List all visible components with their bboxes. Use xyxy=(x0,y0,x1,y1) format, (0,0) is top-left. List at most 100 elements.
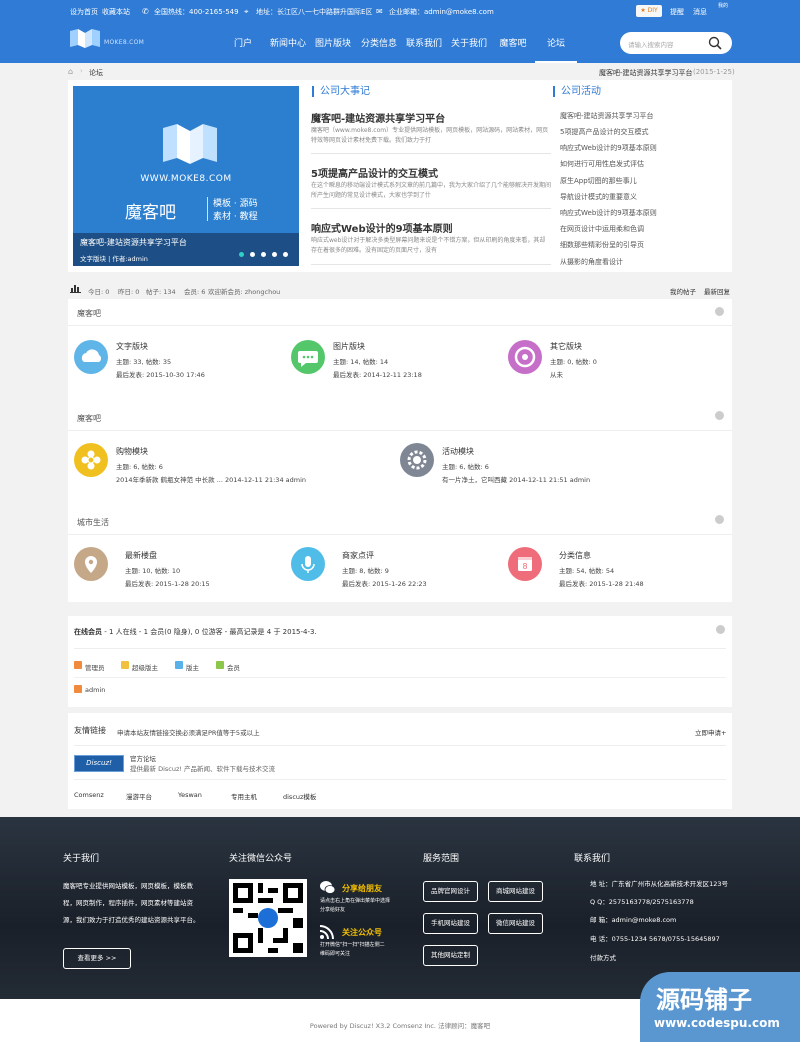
text-link[interactable]: 漫游平台 xyxy=(126,791,152,801)
links-title: 友情链接 xyxy=(74,726,106,735)
message-link[interactable]: 消息 xyxy=(693,7,707,17)
calendar-icon[interactable]: 8 xyxy=(508,547,542,581)
slider-dot-3[interactable] xyxy=(261,252,266,257)
event-3-title[interactable]: 响应式Web设计的9项基本原则 xyxy=(311,220,453,235)
search-input[interactable]: 请输入搜索内容 xyxy=(628,39,674,49)
activity-item[interactable]: 在网页设计中运用柔和色调 xyxy=(560,224,644,234)
my-posts-link[interactable]: 我的帖子 xyxy=(670,286,696,296)
activity-item[interactable]: 原生App切图的那些事儿 xyxy=(560,176,637,186)
forum-name[interactable]: 商家点评 xyxy=(342,550,374,561)
forum-last-post[interactable]: 2014年季新款 鹤瓶女神范 中长款 ... 2014-12-11 21:34 … xyxy=(116,474,306,484)
stat-yesterday: 昨日: 0 xyxy=(118,288,140,296)
disc-icon[interactable] xyxy=(508,340,542,374)
forum-last-post[interactable]: 最后发表: 2014-12-11 23:18 xyxy=(333,369,422,379)
forum-last-post[interactable]: 最后发表: 2015-10-30 17:46 xyxy=(116,369,205,379)
search-icon[interactable] xyxy=(708,36,722,50)
activity-item[interactable]: 响应式Web设计的9项基本原则 xyxy=(560,208,657,218)
activity-item[interactable]: 魔客吧-建站资源共享学习平台 xyxy=(560,111,654,121)
forum-name[interactable]: 购物模块 xyxy=(116,446,148,457)
text-link[interactable]: Yeswan xyxy=(178,791,202,799)
stat-today: 今日: 0 xyxy=(88,288,110,296)
collapse-icon[interactable] xyxy=(715,515,724,524)
forum-last-post[interactable]: 最后发表: 2015-1-28 20:15 xyxy=(125,578,210,588)
service-button[interactable]: 商城网站建设 xyxy=(488,881,543,902)
activity-item[interactable]: 细数那些精彩份呈的引导页 xyxy=(560,240,644,250)
slider-dot-5[interactable] xyxy=(283,252,288,257)
watermark-line-2: www.codespu.com xyxy=(654,1016,780,1030)
service-button[interactable]: 品牌官网设计 xyxy=(423,881,478,902)
forum-name[interactable]: 分类信息 xyxy=(559,550,591,561)
activity-item[interactable]: 5项提高产品设计的交互模式 xyxy=(560,127,648,137)
user-avatar[interactable]: 我的 xyxy=(718,3,732,10)
latest-replies-link[interactable]: 最新回复 xyxy=(704,286,730,296)
text-link[interactable]: 专用主机 xyxy=(231,791,257,801)
stat-welcome[interactable]: 欢迎新会员: zhongchou xyxy=(208,286,280,296)
activity-item[interactable]: 导航设计模式的重要意义 xyxy=(560,192,637,202)
activity-item[interactable]: 响应式Web设计的9项基本原则 xyxy=(560,143,657,153)
forum-name[interactable]: 文字版块 xyxy=(116,341,148,352)
search-box[interactable]: 请输入搜索内容 xyxy=(620,32,732,54)
group-title[interactable]: 魔客吧 xyxy=(77,308,101,319)
slider-dot-1[interactable] xyxy=(239,252,244,257)
links-divider xyxy=(74,779,726,780)
slide-caption[interactable]: 魔客吧-建站资源共享学习平台 xyxy=(80,237,187,248)
service-button[interactable]: 其他网站定制 xyxy=(423,945,478,966)
nav-item-images[interactable]: 图片版块 xyxy=(313,22,353,63)
slider-dot-2[interactable] xyxy=(250,252,255,257)
nav-item-moke8[interactable]: 魔客吧 xyxy=(497,22,529,63)
forum-stats: 主题: 6, 帖数: 6 xyxy=(116,463,163,471)
flower-icon[interactable] xyxy=(74,443,108,477)
forum-name[interactable]: 活动模块 xyxy=(442,446,474,457)
nav-item-portal[interactable]: 门户 xyxy=(232,22,254,63)
forum-name[interactable]: 最新楼盘 xyxy=(125,550,157,561)
nav-item-about[interactable]: 关于我们 xyxy=(449,22,489,63)
phone-icon: ✆ xyxy=(142,7,149,16)
home-icon[interactable]: ⌂ xyxy=(68,67,73,76)
collapse-icon[interactable] xyxy=(716,625,725,634)
nav-item-classifieds[interactable]: 分类信息 xyxy=(359,22,399,63)
group-title[interactable]: 城市生活 xyxy=(77,517,109,528)
more-button[interactable]: 查看更多 >> xyxy=(63,948,131,969)
microphone-icon[interactable] xyxy=(291,547,325,581)
location-pin-icon[interactable] xyxy=(74,547,108,581)
nav-item-forum[interactable]: 论坛 xyxy=(535,22,577,63)
forum-name[interactable]: 图片版块 xyxy=(333,341,365,352)
forum-name[interactable]: 其它版块 xyxy=(550,341,582,352)
collapse-icon[interactable] xyxy=(715,307,724,316)
collapse-icon[interactable] xyxy=(715,411,724,420)
event-2-title[interactable]: 5项提高产品设计的交互模式 xyxy=(311,165,438,180)
cloud-icon[interactable] xyxy=(74,340,108,374)
event-1-title[interactable]: 魔客吧-建站资源共享学习平台 xyxy=(311,110,445,125)
nav-item-contact[interactable]: 联系我们 xyxy=(404,22,444,63)
breadcrumb-current[interactable]: 论坛 xyxy=(89,68,103,78)
chat-icon[interactable] xyxy=(291,340,325,374)
forum-last-post[interactable]: 最后发表: 2015-1-26 22:23 xyxy=(342,578,427,588)
nav-item-news[interactable]: 新闻中心 xyxy=(268,22,308,63)
text-link[interactable]: discuz模板 xyxy=(283,791,316,801)
breadcrumb-latest-title[interactable]: 魔客吧-建站资源共享学习平台 xyxy=(599,68,693,78)
forum-last-post[interactable]: 最后发表: 2015-1-28 21:48 xyxy=(559,578,644,588)
site-logo[interactable]: MOKE8.COM xyxy=(68,27,148,51)
online-user[interactable]: admin xyxy=(85,686,105,694)
favorite-link[interactable]: 收藏本站 xyxy=(102,7,130,17)
activity-item[interactable]: 如何进行可用性启发式评估 xyxy=(560,159,644,169)
diy-button[interactable]: ★ DIY xyxy=(636,5,662,17)
online-summary-label[interactable]: 在线会员 xyxy=(74,628,102,636)
remind-link[interactable]: 提醒 xyxy=(670,7,684,17)
gear-icon[interactable] xyxy=(400,443,434,477)
service-button[interactable]: 手机网站建设 xyxy=(423,913,478,934)
event-divider xyxy=(311,153,551,154)
image-slider[interactable]: WWW.MOKE8.COM 魔客吧 模板 · 源码 素材 · 教程 魔客吧-建站… xyxy=(73,86,299,266)
official-forum-link[interactable]: 官方论坛 xyxy=(130,753,156,763)
apply-link-button[interactable]: 立即申请+ xyxy=(695,727,726,737)
service-button[interactable]: 微信网站建设 xyxy=(488,913,543,934)
forum-last-post[interactable]: 有一片净土，它叫西藏 2014-12-11 21:51 admin xyxy=(442,474,590,484)
payment-method[interactable]: 付款方式 xyxy=(590,950,616,967)
slider-dot-4[interactable] xyxy=(272,252,277,257)
discuz-logo[interactable]: Discuz! xyxy=(74,755,124,772)
set-home-link[interactable]: 设为首页 xyxy=(70,7,98,17)
activities-title: 公司活动 xyxy=(553,86,601,97)
activity-item[interactable]: 从摄影的角度看设计 xyxy=(560,257,623,267)
text-link[interactable]: Comsenz xyxy=(74,791,104,799)
group-title[interactable]: 魔客吧 xyxy=(77,413,101,424)
